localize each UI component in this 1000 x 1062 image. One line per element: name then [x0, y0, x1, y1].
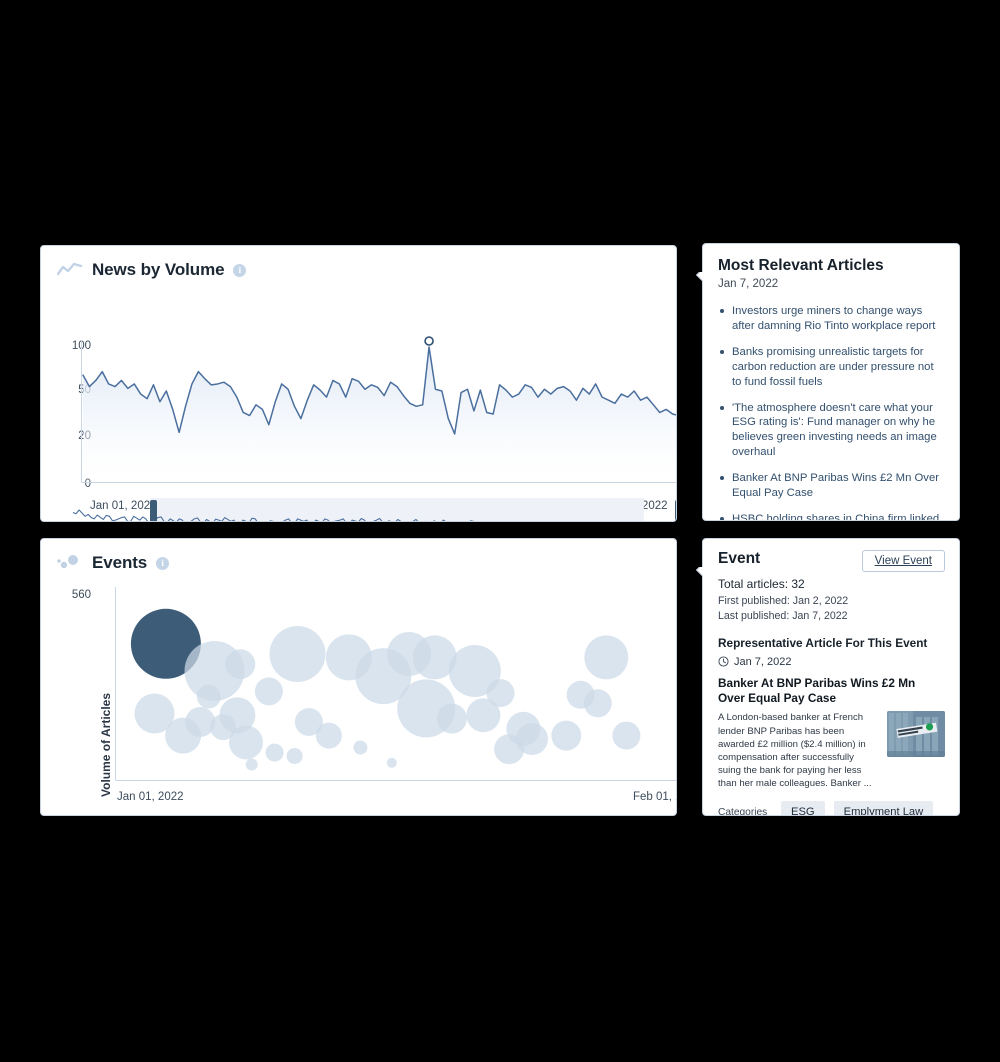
- events-panel-title: Events: [92, 553, 148, 572]
- events-panel: Events i 560 Volume of Articles Jan 01, …: [40, 538, 677, 816]
- news-by-volume-panel: News by Volume i 100 50 20 0: [40, 245, 677, 522]
- trend-line-icon: [57, 262, 83, 278]
- event-panel-header: Event View Event: [718, 550, 945, 572]
- event-bubble[interactable]: [265, 743, 284, 762]
- representative-article-title[interactable]: Banker At BNP Paribas Wins £2 Mn Over Eq…: [718, 676, 945, 707]
- category-chip[interactable]: Emplyment Law: [833, 801, 934, 815]
- bubbles-icon: [57, 554, 83, 572]
- news-panel-header: News by Volume i: [41, 246, 676, 280]
- event-bubble[interactable]: [269, 626, 326, 682]
- event-bubble[interactable]: [245, 758, 258, 771]
- news-panel-title: News by Volume: [92, 260, 225, 279]
- representative-article-heading: Representative Article For This Event: [718, 635, 928, 650]
- event-panel-title: Event: [718, 550, 761, 567]
- date-range-brush[interactable]: [41, 494, 676, 521]
- event-bubble[interactable]: [436, 703, 467, 734]
- article-list: Investors urge miners to change ways aft…: [718, 304, 945, 520]
- clock-icon: [718, 656, 729, 667]
- category-chip[interactable]: ESG: [781, 801, 825, 815]
- article-thumbnail-image[interactable]: [887, 711, 945, 758]
- most-relevant-articles-panel: Most Relevant Articles Jan 7, 2022 Inves…: [702, 243, 960, 521]
- first-published: First published: Jan 2, 2022: [718, 595, 849, 607]
- event-bubble[interactable]: [229, 725, 263, 760]
- last-published: Last published: Jan 7, 2022: [718, 610, 848, 623]
- articles-panel-date: Jan 7, 2022: [718, 278, 779, 290]
- article-date: Jan 7, 2022: [734, 655, 792, 668]
- event-bubble[interactable]: [516, 723, 548, 755]
- info-icon[interactable]: i: [233, 263, 247, 277]
- articles-panel-title: Most Relevant Articles: [718, 257, 884, 274]
- events-y-tick-560: 560: [71, 589, 91, 601]
- total-articles-value: 32: [791, 577, 805, 591]
- event-bubble[interactable]: [353, 740, 368, 755]
- event-bubble[interactable]: [584, 635, 629, 680]
- event-bubble[interactable]: [583, 689, 612, 718]
- events-x-start: Jan 01, 2022: [117, 791, 184, 803]
- list-item[interactable]: Banks promising unrealistic targets for …: [718, 345, 945, 390]
- event-bubble[interactable]: [196, 684, 221, 709]
- list-item[interactable]: Banker At BNP Paribas Wins £2 Mn Over Eq…: [718, 471, 945, 501]
- brush-handle-left[interactable]: [150, 500, 157, 521]
- info-icon[interactable]: i: [156, 556, 170, 570]
- article-summary: A London-based banker at French lender B…: [718, 712, 872, 790]
- news-volume-line-chart[interactable]: 100 50 20 0: [41, 288, 676, 512]
- event-bubble[interactable]: [386, 757, 397, 768]
- screen-root: News by Volume i 100 50 20 0: [0, 0, 1000, 1062]
- event-bubble[interactable]: [254, 677, 283, 706]
- line-chart-svg: [81, 336, 676, 483]
- list-item[interactable]: 'The atmosphere doesn't care what your E…: [718, 401, 945, 461]
- event-bubble[interactable]: [486, 679, 515, 708]
- events-bubble-chart[interactable]: [115, 587, 676, 787]
- view-event-button[interactable]: View Event: [861, 550, 945, 572]
- events-y-axis-title: Volume of Articles: [99, 692, 113, 797]
- categories-label: Categories: [718, 806, 768, 815]
- event-bubble[interactable]: [315, 722, 342, 749]
- event-detail-panel: Event View Event Total articles: 32 Firs…: [702, 538, 960, 816]
- total-articles-label: Total articles:: [718, 577, 789, 591]
- events-panel-header: Events i: [41, 539, 676, 573]
- event-bubble[interactable]: [612, 721, 641, 750]
- brush-handle-right[interactable]: [675, 500, 676, 521]
- article-body-row: A London-based banker at French lender B…: [718, 711, 945, 790]
- event-bubble[interactable]: [185, 707, 216, 737]
- event-bubble[interactable]: [225, 649, 256, 680]
- list-item[interactable]: HSBC holding shares in China firm linked…: [718, 512, 945, 520]
- event-bubble[interactable]: [551, 720, 582, 751]
- brush-svg: [72, 498, 644, 521]
- categories-row: Categories ESG Emplyment Law: [718, 801, 945, 815]
- total-articles: Total articles: 32: [718, 577, 945, 591]
- list-item[interactable]: Investors urge miners to change ways aft…: [718, 304, 945, 334]
- peak-marker: [424, 336, 434, 346]
- event-bubble[interactable]: [286, 748, 303, 764]
- events-x-end: Feb 01, 2022: [633, 791, 676, 803]
- article-date-row: Jan 7, 2022: [718, 656, 945, 668]
